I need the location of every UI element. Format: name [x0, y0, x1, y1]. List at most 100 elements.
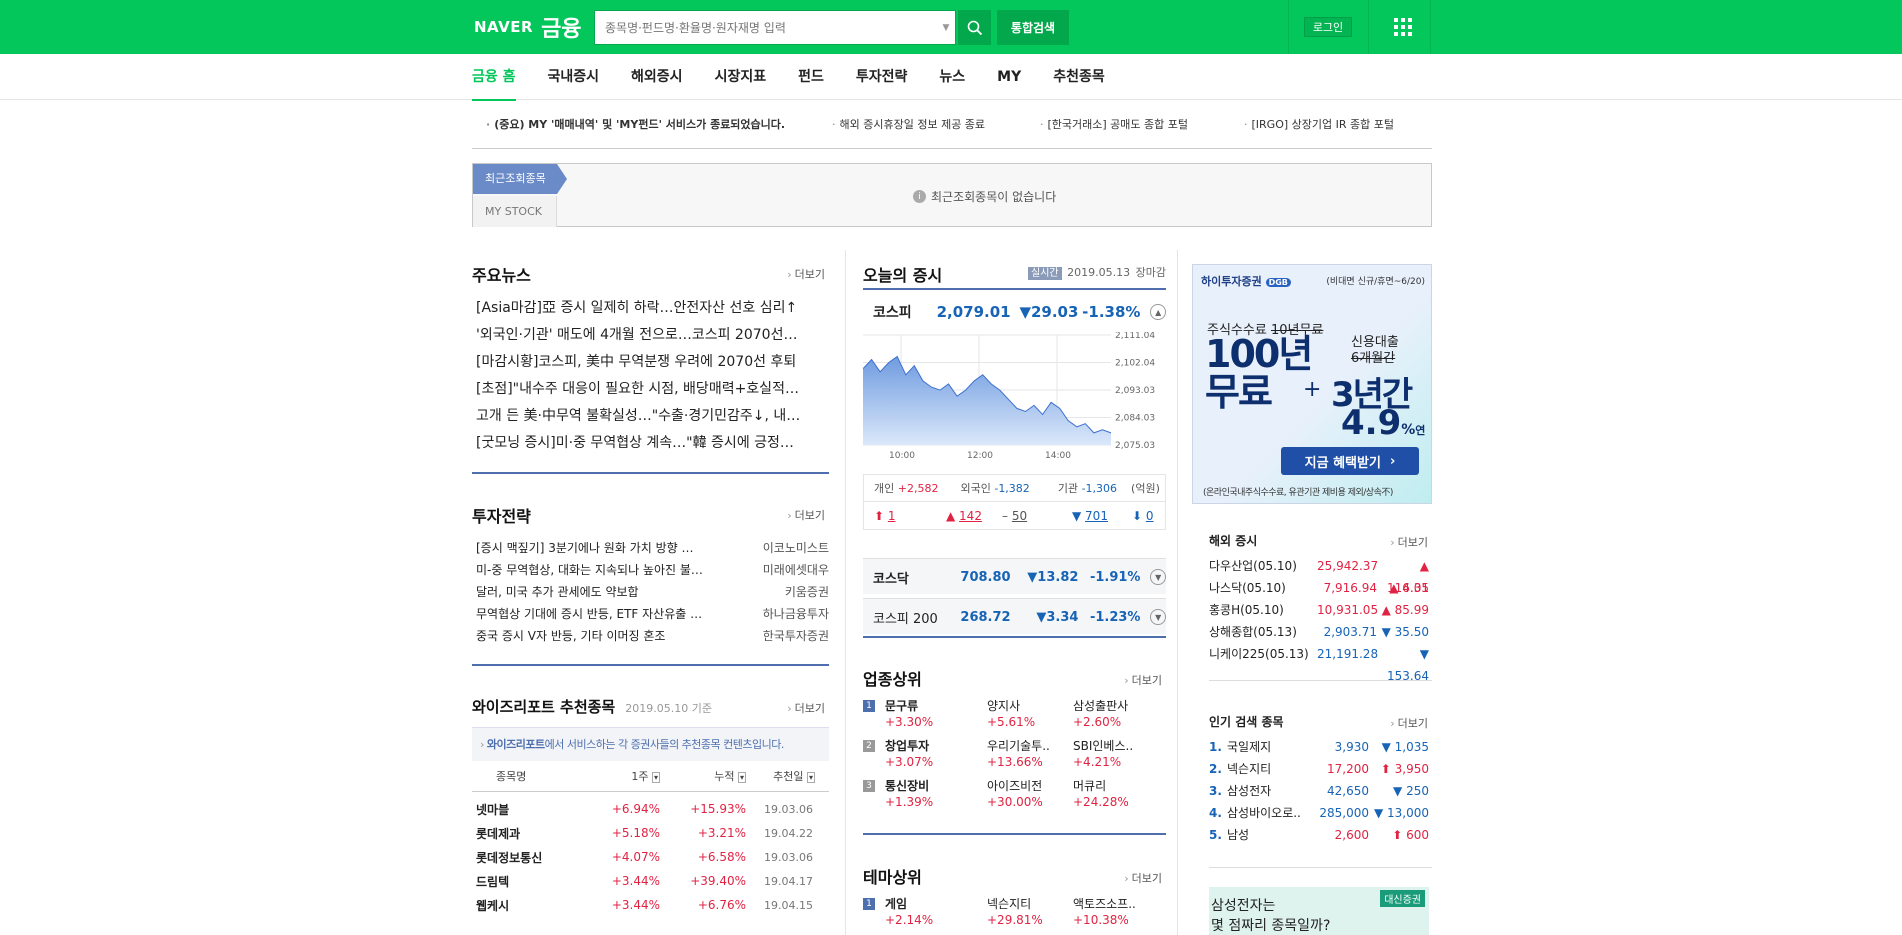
table-row[interactable]: 롯데제과 +5.18% +3.21% 19.04.22 — [472, 821, 829, 845]
stock-name[interactable]: 국일제지 — [1227, 736, 1317, 758]
main-news-more-link[interactable]: 더보기 — [787, 266, 825, 282]
kospi200-name[interactable]: 코스피 200 — [863, 608, 941, 627]
strategy-item-title[interactable]: 미-중 무역협상, 대화는 지속되나 높아진 불… — [476, 559, 756, 581]
chevron-down-icon[interactable]: ▼ — [937, 23, 955, 33]
stock-name[interactable]: SBI인베스.. — [1073, 738, 1133, 754]
flat-count[interactable]: – 50 — [986, 509, 1052, 523]
table-row[interactable]: 웹케시 +3.44% +6.76% 19.04.15 — [472, 893, 829, 917]
strategy-item-title[interactable]: [증시 맥짚기] 3분기에나 원화 가치 방향 … — [476, 537, 756, 559]
world-row[interactable]: 니케이225(05.13) 21,191.28 ▼ 153.64 — [1209, 643, 1432, 683]
total-search-button[interactable]: 통합검색 — [997, 10, 1069, 45]
index-name[interactable]: 다우산업(05.10) — [1209, 555, 1317, 577]
world-row[interactable]: 나스닥(05.10) 7,916.94 ▲ 6.35 — [1209, 577, 1432, 599]
strategy-item-title[interactable]: 달러, 미국 추가 관세에도 약보합 — [476, 581, 756, 603]
naver-finance-logo[interactable]: NAVER 금융 — [474, 11, 582, 43]
stock-name[interactable]: 삼성출판사 — [1073, 698, 1128, 714]
kospi-row[interactable]: 코스피 2,079.01 ▼29.03 -1.38% ▲ — [863, 294, 1166, 330]
theme-more-link[interactable]: 더보기 — [1124, 870, 1162, 886]
nav-my[interactable]: MY — [997, 54, 1021, 100]
downlimit-count[interactable]: ⬇ 0 — [1122, 509, 1154, 523]
industry-name[interactable]: 통신장비 — [885, 778, 929, 794]
finance-service-title[interactable]: 금융 — [541, 11, 581, 43]
popular-row[interactable]: 4. 삼성바이오로.. 285,000 ▼ 13,000 — [1209, 802, 1432, 824]
tab-recent-viewed[interactable]: 최근조회종목 — [473, 164, 567, 194]
stock-name[interactable]: 아이즈비전 — [987, 778, 1042, 794]
world-row[interactable]: 다우산업(05.10) 25,942.37 ▲ 114.01 — [1209, 555, 1432, 595]
kospi200-row[interactable]: 코스피 200 268.72 ▼3.34 -1.23% ▼ — [863, 598, 1166, 634]
stock-name[interactable]: 드림텍 — [472, 869, 592, 893]
industry-name[interactable]: 창업투자 — [885, 738, 929, 754]
col-header[interactable]: 누적 ▾ — [660, 761, 746, 792]
index-name[interactable]: 나스닥(05.10) — [1209, 577, 1317, 599]
nav-overseas-stock[interactable]: 해외증시 — [631, 54, 683, 100]
news-item[interactable]: '외국인·기관' 매도에 4개월 전으로…코스피 2070선… — [476, 322, 828, 349]
uplimit-count[interactable]: ⬆ 1 — [874, 509, 920, 523]
news-item[interactable]: [마감시황]코스피, 美中 무역분쟁 우려에 2070선 후퇴 — [476, 349, 828, 376]
strategy-item[interactable]: [증시 맥짚기] 3분기에나 원화 가치 방향 … 이코노미스트 — [476, 537, 829, 559]
stock-name[interactable]: 롯데제과 — [472, 821, 592, 845]
strategy-item[interactable]: 미-중 무역협상, 대화는 지속되나 높아진 불… 미래에셋대우 — [476, 559, 829, 581]
naver-logo[interactable]: NAVER — [474, 18, 533, 36]
stock-name[interactable]: 웹케시 — [472, 893, 592, 917]
wise-more-link[interactable]: 더보기 — [787, 700, 825, 716]
search-input[interactable] — [595, 11, 937, 44]
chevron-down-icon[interactable]: ▼ — [1150, 609, 1166, 625]
popular-row[interactable]: 1. 국일제지 3,930 ▼ 1,035 — [1209, 736, 1432, 758]
nav-fund[interactable]: 펀드 — [798, 54, 824, 100]
nav-news[interactable]: 뉴스 — [939, 54, 965, 100]
index-name[interactable]: 상해종합(05.13) — [1209, 621, 1317, 643]
up-count[interactable]: ▲ 142 — [920, 509, 986, 523]
notice-link[interactable]: 해외 증시휴장일 정보 제공 종료 — [832, 116, 986, 132]
nav-finance-home[interactable]: 금융 홈 — [472, 54, 516, 101]
strategy-item-title[interactable]: 무역협상 기대에 증시 반등, ETF 자산유출 … — [476, 603, 756, 625]
search-button[interactable] — [958, 10, 991, 45]
stock-name[interactable]: 롯데정보통신 — [472, 845, 592, 869]
stock-name[interactable]: 삼성전자 — [1227, 780, 1317, 802]
ad-banner[interactable]: 하이투자증권 DGB (비대면 신규/휴면~6/20) 주식수수료 10년무료 … — [1192, 264, 1432, 504]
stock-name[interactable]: 양지사 — [987, 698, 1020, 714]
industry-name[interactable]: 문구류 — [885, 698, 918, 714]
kospi-name[interactable]: 코스피 — [863, 302, 921, 322]
theme-name[interactable]: 게임 — [885, 896, 907, 912]
strategy-item[interactable]: 무역협상 기대에 증시 반등, ETF 자산유출 … 하나금융투자 — [476, 603, 829, 625]
index-name[interactable]: 니케이225(05.13) — [1209, 643, 1317, 665]
popular-row[interactable]: 5. 남성 2,600 ⬆ 600 — [1209, 824, 1432, 846]
kosdaq-name[interactable]: 코스닥 — [863, 568, 921, 587]
stock-name[interactable]: 넥슨지티 — [1227, 758, 1317, 780]
industry-more-link[interactable]: 더보기 — [1124, 672, 1162, 688]
ad-cta-button[interactable]: 지금 혜택받기 › — [1281, 447, 1419, 475]
nav-recommend[interactable]: 추천종목 — [1053, 54, 1105, 100]
col-header[interactable]: 1주 ▾ — [592, 761, 660, 792]
ad-banner-2[interactable]: 삼성전자는 몇 점짜리 종목일까? 대신증권 — [1209, 887, 1429, 935]
strategy-item-title[interactable]: 중국 증시 V자 반등, 기타 이머징 혼조 — [476, 625, 756, 647]
stock-name[interactable]: 삼성바이오로.. — [1227, 802, 1317, 824]
world-row[interactable]: 상해종합(05.13) 2,903.71 ▼ 35.50 — [1209, 621, 1432, 643]
table-row[interactable]: 드림텍 +3.44% +39.40% 19.04.17 — [472, 869, 829, 893]
popular-row[interactable]: 2. 넥슨지티 17,200 ⬆ 3,950 — [1209, 758, 1432, 780]
table-row[interactable]: 롯데정보통신 +4.07% +6.58% 19.03.06 — [472, 845, 829, 869]
world-more-link[interactable]: 더보기 — [1390, 534, 1428, 550]
notice-link[interactable]: (중요) MY '매매내역' 및 'MY펀드' 서비스가 종료되었습니다. — [486, 116, 785, 132]
kosdaq-row[interactable]: 코스닥 708.80 ▼13.82 -1.91% ▼ — [863, 558, 1166, 594]
down-count[interactable]: ▼ 701 — [1052, 509, 1122, 523]
nav-domestic-stock[interactable]: 국내증시 — [548, 54, 600, 100]
industry-row[interactable]: 3 통신장비 +1.39% 아이즈비전 +30.00% 머큐리 +24.28% — [863, 778, 1166, 814]
col-header[interactable]: 추천일 ▾ — [746, 761, 829, 792]
stock-name[interactable]: 넷마블 — [472, 797, 592, 821]
stock-name[interactable]: 넥슨지티 — [987, 896, 1031, 912]
industry-row[interactable]: 1 문구류 +3.30% 양지사 +5.61% 삼성출판사 +2.60% — [863, 698, 1166, 734]
popular-more-link[interactable]: 더보기 — [1390, 715, 1428, 731]
notice-link[interactable]: [IRGO] 상장기업 IR 종합 포털 — [1244, 116, 1395, 132]
stock-name[interactable]: 우리기술투.. — [987, 738, 1050, 754]
chevron-up-icon[interactable]: ▲ — [1150, 304, 1166, 320]
tab-my-stock[interactable]: MY STOCK — [473, 196, 557, 227]
news-item[interactable]: 고개 든 美·中무역 불확실성…"수출·경기민감주↓, 내… — [476, 403, 828, 430]
service-menu-grid-icon[interactable] — [1394, 18, 1412, 36]
world-row[interactable]: 홍콩H(05.10) 10,931.05 ▲ 85.99 — [1209, 599, 1432, 621]
industry-row[interactable]: 2 창업투자 +3.07% 우리기술투.. +13.66% SBI인베스.. +… — [863, 738, 1166, 774]
login-button[interactable]: 로그인 — [1304, 17, 1352, 37]
stock-name[interactable]: 액토즈소프.. — [1073, 896, 1136, 912]
strategy-item[interactable]: 달러, 미국 추가 관세에도 약보합 키움증권 — [476, 581, 829, 603]
stock-name[interactable]: 남성 — [1227, 824, 1317, 846]
nav-market-index[interactable]: 시장지표 — [715, 54, 767, 100]
